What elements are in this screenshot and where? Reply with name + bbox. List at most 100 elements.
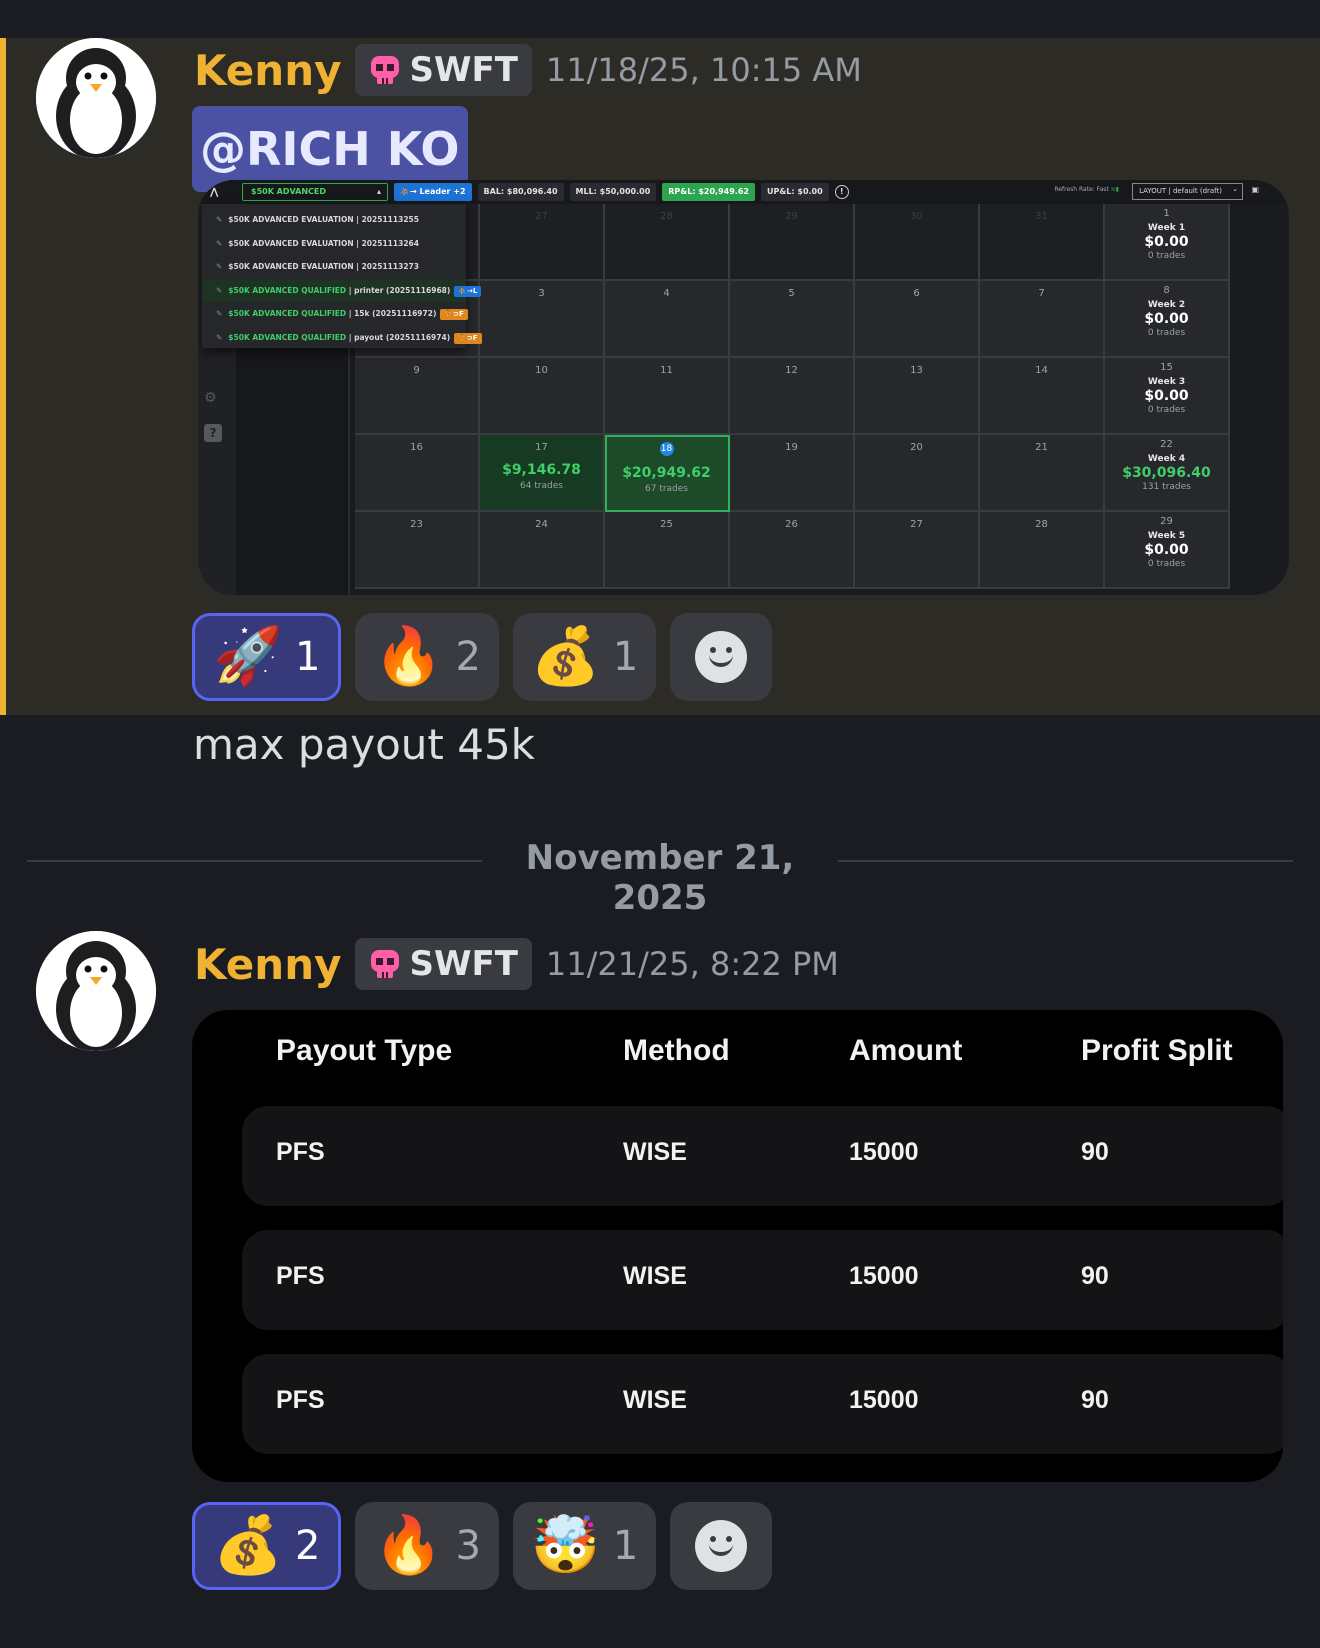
cell-profit-split: 90 xyxy=(1081,1138,1109,1166)
calendar-day: 14 xyxy=(980,358,1105,435)
add-reaction-button[interactable] xyxy=(670,613,773,701)
calendar-day: 28 xyxy=(605,204,730,281)
day-number: 4 xyxy=(663,288,670,299)
calendar-week-row: 16 17 $9,146.78 64 trades 18 $20,949.62 67 tra… xyxy=(355,435,1289,512)
calendar-day: 20 xyxy=(855,435,980,512)
reaction-button[interactable]: 🔥 3 xyxy=(355,1502,499,1590)
account-name: $50K ADVANCED QUALIFIED xyxy=(228,285,347,295)
calendar-day: 7 xyxy=(980,281,1105,358)
pink-skull-icon xyxy=(371,950,400,978)
calendar-day: 16 xyxy=(355,435,480,512)
week-label: Week 1 xyxy=(1147,223,1186,233)
week-pnl: $0.00 xyxy=(1144,542,1189,558)
day-number: 6 xyxy=(913,288,920,299)
account-badge: ⛹→L xyxy=(454,285,482,297)
calendar-day: 24 xyxy=(480,512,605,589)
calendar-day: 18 $20,949.62 67 trades xyxy=(605,435,730,512)
cell-profit-split: 90 xyxy=(1081,1386,1109,1414)
week-label: Week 4 xyxy=(1147,454,1186,464)
cell-amount: 15000 xyxy=(849,1386,919,1414)
timestamp[interactable]: 11/18/25, 10:15 AM xyxy=(546,51,862,89)
calendar-day: 27 xyxy=(480,204,605,281)
reaction-button[interactable]: 🚀 1 xyxy=(192,613,342,701)
cell-method: WISE xyxy=(623,1138,687,1166)
reaction-button[interactable]: 💰 2 xyxy=(192,1502,342,1590)
account-name: $50K ADVANCED QUALIFIED xyxy=(228,309,347,318)
add-reaction-button[interactable] xyxy=(670,1502,773,1590)
calendar-day: 31 xyxy=(980,204,1105,281)
gear-icon: ⚙ xyxy=(204,390,217,406)
pnl-calendar: 27282930311Week 1$0.000 trades2345678Wee… xyxy=(355,204,1289,589)
reaction-emoji: 🚀 xyxy=(213,624,283,689)
day-number: 3 xyxy=(538,288,545,299)
header-method: Method xyxy=(623,1034,730,1067)
header-profit-split: Profit Split xyxy=(1081,1034,1233,1067)
day-number: 7 xyxy=(1038,288,1045,299)
account-name: $50K ADVANCED EVALUATION xyxy=(228,262,354,271)
leader-chip: ⛹→ Leader +2 xyxy=(394,183,472,201)
pencil-icon: ✎ xyxy=(216,215,223,224)
calendar-day: 29 xyxy=(730,204,855,281)
account-dropdown: ✎ $50K ADVANCED EVALUATION | 20251113255 ✎… xyxy=(202,204,482,350)
day-number: 25 xyxy=(660,519,673,530)
calendar-day: 12 xyxy=(730,358,855,435)
day-number: 16 xyxy=(410,442,423,453)
day-number: 29 xyxy=(1160,516,1173,527)
reaction-button[interactable]: 🔥 2 xyxy=(355,613,499,701)
reaction-button[interactable]: 🤯 1 xyxy=(512,1502,657,1590)
calendar-week-row: 27 28 29 30 31 1 Week 1 $0.00 0 trades xyxy=(355,204,1289,281)
account-option: ✎ $50K ADVANCED EVALUATION | 20251113255 xyxy=(202,208,466,232)
calendar-day: 28 xyxy=(980,512,1105,589)
day-number: 28 xyxy=(660,211,673,222)
wifi-icon: ≋▮ xyxy=(1110,186,1119,193)
calendar-week-row: 2345678Week 2$0.000 trades xyxy=(355,281,1289,358)
server-tag[interactable]: SWFT xyxy=(355,44,532,96)
cell-method: WISE xyxy=(623,1386,687,1414)
message-header: Kenny SWFT 11/18/25, 10:15 AM xyxy=(194,44,862,96)
cell-method: WISE xyxy=(623,1262,687,1290)
header-payout-type: Payout Type xyxy=(276,1034,453,1067)
week-label: Week 5 xyxy=(1147,531,1186,541)
balance-chip: BAL: $80,096.40 xyxy=(477,183,564,201)
rpnl-chip: RP&L: $20,949.62 xyxy=(662,183,755,201)
pencil-icon: ✎ xyxy=(216,262,223,271)
account-option: ✎ $50K ADVANCED QUALIFIED | payout (20251… xyxy=(202,326,482,350)
week-summary: 22 Week 4 $30,096.40 131 trades xyxy=(1105,435,1230,512)
week-trades: 0 trades xyxy=(1147,328,1186,338)
smile-mouth xyxy=(709,653,734,667)
server-tag[interactable]: SWFT xyxy=(355,938,532,990)
calendar-day: 30 xyxy=(855,204,980,281)
attached-screenshot[interactable]: ⋀ $50K ADVANCED QUALIFIED... ⛹→ Leader +… xyxy=(198,180,1289,595)
account-badge: ⛹⊃F xyxy=(454,332,482,344)
payout-table-image[interactable]: Payout Type Method Amount Profit Split P… xyxy=(192,1010,1283,1482)
account-select: $50K ADVANCED QUALIFIED... xyxy=(242,183,388,212)
account-id: | 15k (20251116972) xyxy=(346,309,437,318)
username[interactable]: Kenny xyxy=(194,46,341,95)
smile-mouth xyxy=(709,1542,734,1556)
message-text: max payout 45k xyxy=(193,720,536,769)
day-number: 21 xyxy=(1035,442,1048,453)
mll-chip: MLL: $50,000.00 xyxy=(569,183,657,201)
week-summary: 15 Week 3 $0.00 0 trades xyxy=(1105,358,1230,435)
day-number: 17 xyxy=(535,442,548,453)
timestamp[interactable]: 11/21/25, 8:22 PM xyxy=(546,945,839,983)
table-row: PFS WISE 15000 90 xyxy=(242,1354,1283,1454)
pencil-icon: ✎ xyxy=(216,238,223,248)
calendar-day: 26 xyxy=(730,512,855,589)
day-number: 18 xyxy=(659,442,674,456)
day-number: 27 xyxy=(910,519,923,530)
penguin-avatar[interactable] xyxy=(36,931,156,1051)
username[interactable]: Kenny xyxy=(194,940,341,989)
server-tag-label: SWFT xyxy=(409,50,518,90)
day-number: 11 xyxy=(660,365,673,376)
smile-icon xyxy=(695,1520,748,1572)
week-pnl: $0.00 xyxy=(1144,234,1189,250)
date-divider-label: November 21, 2025 xyxy=(482,838,838,918)
reaction-emoji: 💰 xyxy=(213,1513,283,1578)
week-label: Week 3 xyxy=(1147,377,1186,387)
penguin-avatar[interactable] xyxy=(36,38,156,158)
cell-payout-type: PFS xyxy=(276,1386,325,1414)
account-name: $50K ADVANCED EVALUATION xyxy=(228,215,354,224)
reaction-button[interactable]: 💰 1 xyxy=(512,613,657,701)
day-number: 23 xyxy=(410,519,423,530)
